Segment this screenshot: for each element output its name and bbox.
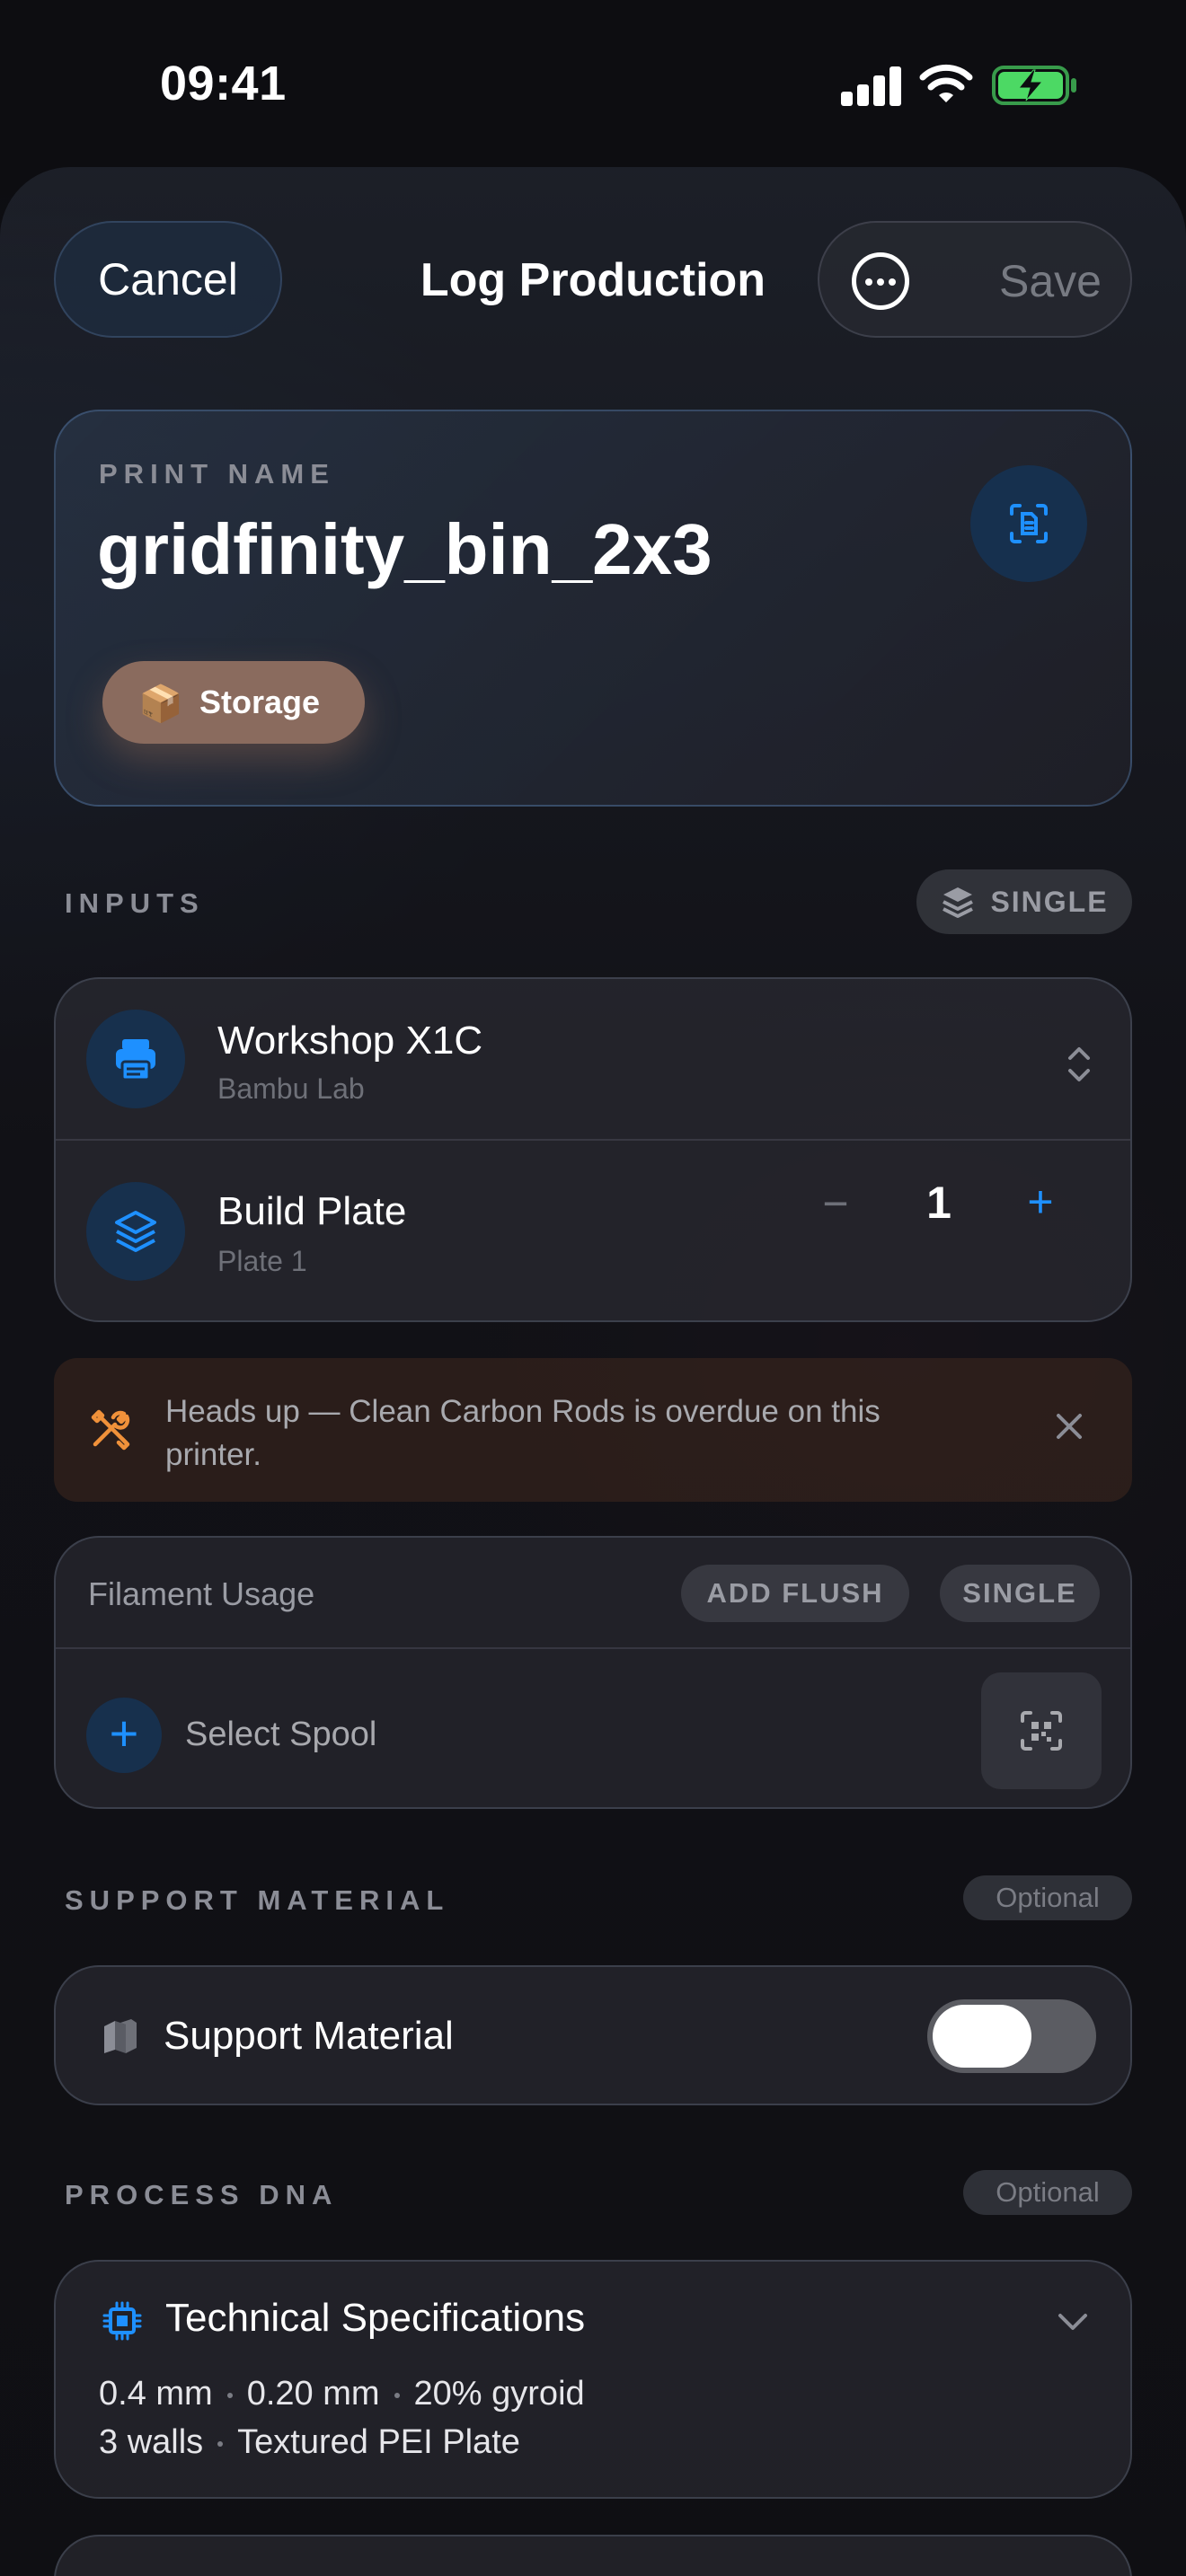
- process-section-title: PROCESS DNA: [65, 2179, 339, 2210]
- wall-count: 3 walls: [99, 2423, 204, 2461]
- row-divider: [56, 1647, 1130, 1649]
- cubes-icon: [104, 2019, 137, 2053]
- screen: 09:41 Cancel Log Production Save PRINT N: [0, 0, 1186, 2576]
- tools-icon: [91, 1409, 130, 1451]
- nav-actions-group: Save: [818, 221, 1132, 338]
- support-section-title: SUPPORT MATERIAL: [65, 1884, 450, 1916]
- warning-message: Heads up — Clean Carbon Rods is overdue …: [165, 1394, 881, 1472]
- category-tag-label: Storage: [199, 684, 321, 720]
- filament-usage-title: Filament Usage: [88, 1575, 315, 1612]
- next-card-partial: [54, 2535, 1132, 2576]
- filament-usage-card: Filament Usage ADD FLUSH SINGLE + Select…: [54, 1536, 1132, 1809]
- scan-spool-button[interactable]: [981, 1672, 1102, 1789]
- close-icon[interactable]: [1049, 1407, 1089, 1446]
- chip-icon: [102, 2301, 142, 2341]
- support-material-toggle[interactable]: [927, 1999, 1096, 2073]
- spec-line-1: 0.4 mm 0.20 mm 20% gyroid: [99, 2375, 585, 2413]
- battery-charging-icon: [992, 66, 1076, 105]
- inputs-section-title: INPUTS: [65, 887, 205, 919]
- layer-height: 0.20 mm: [246, 2375, 380, 2413]
- toggle-knob: [933, 2005, 1031, 2068]
- select-spool-label[interactable]: Select Spool: [185, 1716, 376, 1754]
- inputs-mode-label: SINGLE: [990, 885, 1109, 918]
- inputs-card: Workshop X1C Bambu Lab Build Plate Plate: [54, 977, 1132, 1322]
- inputs-mode-toggle[interactable]: SINGLE: [916, 869, 1132, 934]
- wifi-icon: [919, 64, 973, 102]
- document-scan-icon: [1010, 504, 1048, 543]
- separator-dot: [226, 2392, 233, 2398]
- printer-icon-wrapper: [86, 1010, 185, 1108]
- add-flush-button[interactable]: ADD FLUSH: [681, 1565, 909, 1622]
- stack-icon: [943, 887, 974, 918]
- printer-row[interactable]: Workshop X1C Bambu Lab: [56, 979, 1130, 1141]
- process-optional-badge: Optional: [963, 2170, 1132, 2215]
- print-name-caption: PRINT NAME: [99, 458, 335, 490]
- layers-icon: [115, 1211, 156, 1252]
- cellular-signal-icon: [841, 66, 902, 106]
- separator-dot: [217, 2440, 224, 2447]
- status-time: 09:41: [160, 57, 287, 110]
- plate-count-value: 1: [926, 1178, 951, 1228]
- technical-specifications-title: Technical Specifications: [165, 2296, 586, 2340]
- printer-icon: [116, 1039, 155, 1081]
- support-material-label: Support Material: [164, 2014, 454, 2058]
- build-plate-subtitle: Plate 1: [217, 1245, 307, 1277]
- print-name-value[interactable]: gridfinity_bin_2x3: [97, 508, 712, 591]
- chevron-up-down-icon: [1068, 1047, 1090, 1081]
- category-tag[interactable]: 📦 Storage: [102, 661, 365, 744]
- plate-increment-button[interactable]: +: [1013, 1175, 1067, 1229]
- plate-icon-wrapper: [86, 1182, 185, 1281]
- printer-brand: Bambu Lab: [217, 1072, 365, 1105]
- status-bar: 09:41: [0, 0, 1186, 171]
- spec-line-2: 3 walls Textured PEI Plate: [99, 2423, 520, 2462]
- support-optional-badge: Optional: [963, 1875, 1132, 1920]
- nozzle-size: 0.4 mm: [99, 2375, 213, 2413]
- printer-name: Workshop X1C: [217, 1019, 483, 1063]
- scan-document-button[interactable]: [970, 465, 1087, 582]
- add-spool-button[interactable]: +: [86, 1698, 162, 1773]
- build-plate-title: Build Plate: [217, 1189, 407, 1233]
- chevron-down-icon[interactable]: [1055, 2308, 1091, 2335]
- support-material-card: Support Material: [54, 1965, 1132, 2105]
- more-options-icon[interactable]: [852, 252, 909, 310]
- separator-dot: [394, 2392, 400, 2398]
- qr-scan-icon: [1021, 1711, 1062, 1751]
- maintenance-warning-banner: Heads up — Clean Carbon Rods is overdue …: [54, 1358, 1132, 1502]
- print-name-card: PRINT NAME gridfinity_bin_2x3 📦 Storage: [54, 410, 1132, 807]
- plate-type: Textured PEI Plate: [237, 2423, 520, 2461]
- plate-decrement-button[interactable]: −: [809, 1177, 863, 1231]
- package-icon: 📦: [138, 684, 183, 724]
- infill: 20% gyroid: [413, 2375, 585, 2413]
- technical-specifications-card[interactable]: Technical Specifications 0.4 mm 0.20 mm 20…: [54, 2260, 1132, 2499]
- save-button[interactable]: Save: [999, 255, 1102, 307]
- filament-single-toggle[interactable]: SINGLE: [940, 1565, 1100, 1622]
